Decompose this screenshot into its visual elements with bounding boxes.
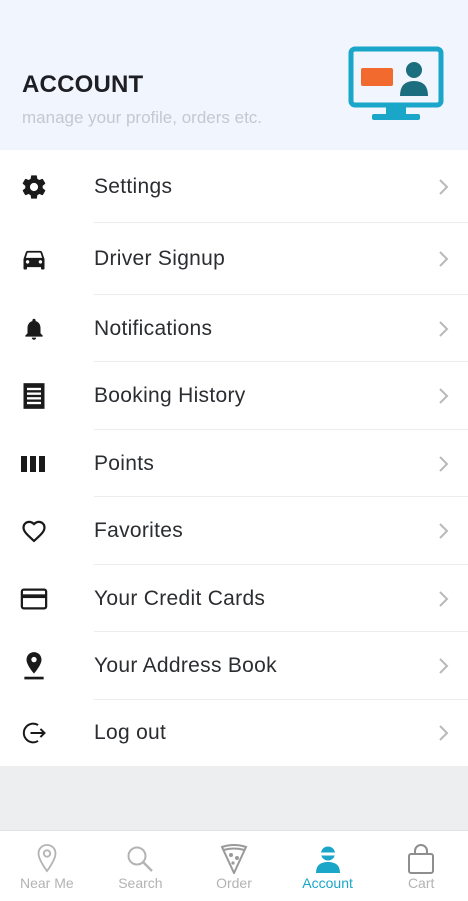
heart-icon: [20, 517, 48, 545]
tab-label: Cart: [407, 875, 435, 891]
pizza-icon: [219, 843, 249, 875]
chevron-right-icon: [439, 388, 449, 404]
user-icon: [313, 843, 343, 875]
chevron-right-icon: [439, 523, 449, 539]
bars-icon: [20, 450, 48, 478]
chevron-right-icon: [439, 725, 449, 741]
menu-item-settings[interactable]: Settings: [0, 150, 468, 223]
menu-item-points[interactable]: Points: [0, 430, 468, 497]
tab-label: Near Me: [19, 875, 74, 891]
tab-label: Account: [302, 875, 353, 891]
credit-card-icon: [20, 585, 48, 613]
menu-item-label: Settings: [94, 174, 173, 198]
bell-icon: [20, 315, 48, 343]
account-header: ACCOUNT manage your profile, orders etc.: [0, 0, 468, 150]
page-subtitle: manage your profile, orders etc.: [22, 108, 263, 127]
shopping-bag-icon: [406, 843, 436, 875]
menu-item-favorites[interactable]: Favorites: [0, 497, 468, 565]
chevron-right-icon: [439, 455, 449, 472]
account-menu: Settings Driver Signup Notifications Boo…: [0, 150, 468, 766]
menu-item-booking-history[interactable]: Booking History: [0, 362, 468, 430]
menu-item-label: Your Credit Cards: [94, 586, 266, 610]
map-pin-icon: [32, 843, 62, 875]
menu-item-label: Driver Signup: [94, 247, 226, 270]
tab-near-me[interactable]: Near Me: [0, 831, 94, 901]
gear-icon: [20, 173, 48, 201]
menu-item-label: Log out: [94, 721, 167, 744]
menu-item-label: Your Address Book: [94, 654, 277, 677]
chevron-right-icon: [439, 320, 449, 337]
receipt-icon: [20, 382, 48, 410]
car-icon: [20, 245, 48, 273]
location-pin-icon: [20, 652, 48, 680]
monitor-profile-icon: [348, 46, 444, 120]
menu-item-log-out[interactable]: Log out: [0, 700, 468, 766]
search-icon: [125, 843, 155, 875]
bottom-tab-bar: Near Me Search Order Account Cart: [0, 830, 468, 901]
chevron-right-icon: [439, 251, 449, 267]
chevron-right-icon: [439, 178, 449, 195]
tab-order[interactable]: Order: [187, 831, 281, 901]
menu-item-notifications[interactable]: Notifications: [0, 295, 468, 362]
menu-item-label: Favorites: [94, 519, 184, 542]
menu-item-label: Points: [94, 451, 155, 475]
tab-search[interactable]: Search: [94, 831, 188, 901]
chevron-right-icon: [439, 590, 449, 607]
page-title: ACCOUNT: [22, 71, 144, 98]
menu-item-driver-signup[interactable]: Driver Signup: [0, 223, 468, 295]
logout-icon: [20, 719, 48, 747]
menu-item-label: Booking History: [94, 384, 246, 407]
tab-cart[interactable]: Cart: [374, 831, 468, 901]
menu-item-address-book[interactable]: Your Address Book: [0, 632, 468, 700]
empty-area: [0, 766, 468, 830]
chevron-right-icon: [439, 658, 449, 674]
menu-item-label: Notifications: [94, 316, 213, 340]
tab-account[interactable]: Account: [281, 831, 375, 901]
menu-item-credit-cards[interactable]: Your Credit Cards: [0, 565, 468, 632]
tab-label: Search: [118, 875, 163, 891]
tab-label: Order: [216, 875, 252, 891]
